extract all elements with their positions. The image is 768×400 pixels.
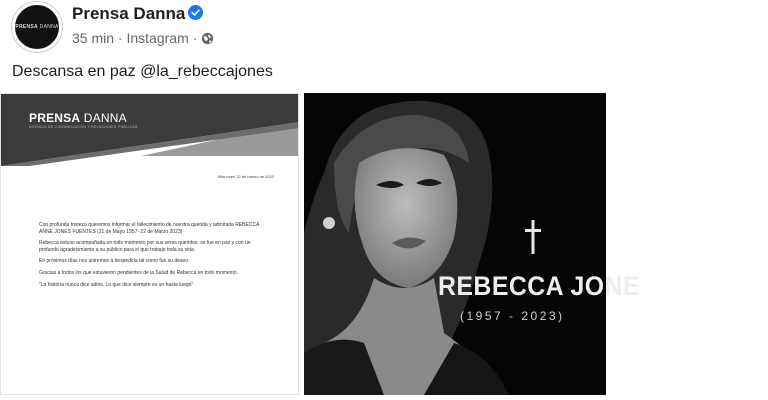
memorial-years: (1957 - 2023)	[460, 309, 565, 323]
post-meta: 35 min · Instagram ·	[72, 30, 214, 46]
cross-icon	[525, 220, 541, 254]
document-paragraph: En próximos días nos uniremos a despedir…	[39, 258, 190, 265]
meta-separator: ·	[117, 30, 123, 46]
post-media: PRENSA DANNA AGENCIA DE COMUNICACIÓN Y R…	[0, 93, 768, 398]
avatar-logo: PRENSA DANNA	[15, 24, 59, 30]
memorial-name: REBECCA JONE	[438, 271, 640, 301]
document-paragraph: Con profunda tristeza queremos informar …	[39, 222, 260, 235]
verified-badge-icon	[188, 5, 204, 20]
avatar[interactable]: PRENSA DANNA	[12, 2, 62, 52]
globe-icon[interactable]	[201, 32, 214, 45]
post-text: Descansa en paz @la_rebeccajones	[12, 63, 273, 80]
portrait-illustration	[304, 93, 606, 395]
document-paragraph: "La historia nunca dice adiós. Lo que di…	[39, 281, 194, 288]
post-time[interactable]: 35 min	[72, 30, 114, 46]
document-banner	[1, 94, 298, 166]
post-header: PRENSA DANNA Prensa Danna 35 min · Insta…	[12, 2, 752, 56]
document-brand: PRENSA DANNA	[29, 111, 127, 125]
post-source: Instagram	[126, 30, 189, 46]
author-row: Prensa Danna	[72, 4, 204, 24]
document-date: Miércoles 22 de marzo de 2023	[217, 174, 274, 179]
document-body: Con profunda tristeza queremos informar …	[39, 222, 265, 293]
press-release-image[interactable]: PRENSA DANNA AGENCIA DE COMUNICACIÓN Y R…	[0, 93, 299, 395]
meta-separator: ·	[192, 30, 198, 46]
document-paragraph: Rebecca estuvo acompañada en todo moment…	[39, 240, 251, 253]
author-name[interactable]: Prensa Danna	[72, 4, 185, 23]
memorial-photo[interactable]	[304, 93, 606, 395]
document-paragraph: Gracias a todos los que estuvieron pendi…	[39, 269, 239, 276]
document-brand-subtitle: AGENCIA DE COMUNICACIÓN Y RELACIONES PÚB…	[29, 125, 138, 129]
